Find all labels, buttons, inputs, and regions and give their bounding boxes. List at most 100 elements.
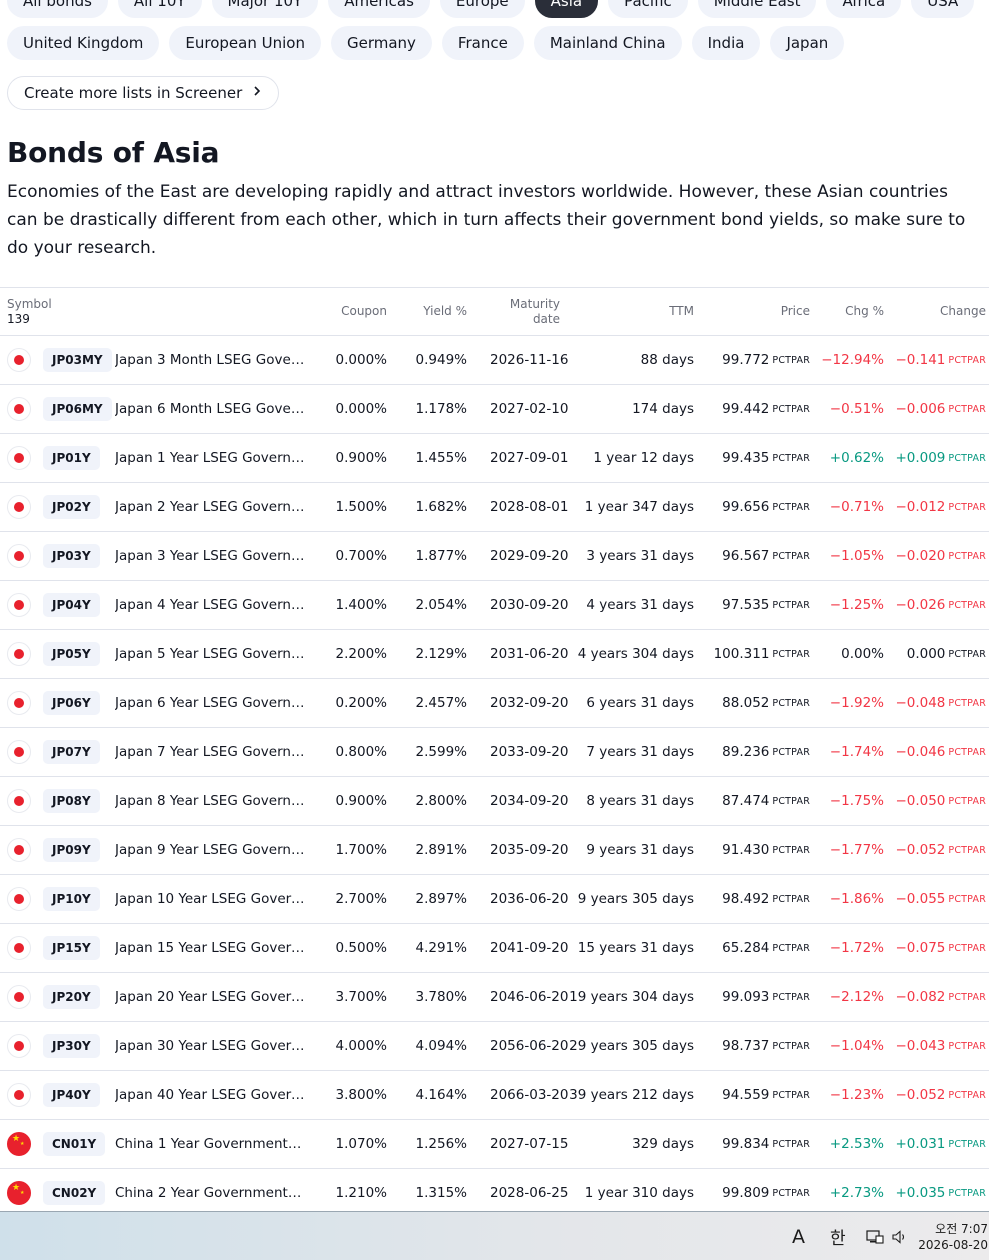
table-row[interactable]: JP30Y Japan 30 Year LSEG Govern… 4.000% 4.0…: [0, 1022, 989, 1071]
filter-chip-japan[interactable]: Japan: [770, 26, 845, 60]
change-cell: −0.082 PCTPAR: [895, 973, 986, 1021]
ticker-badge[interactable]: JP10Y: [43, 887, 100, 911]
ime-korean-indicator[interactable]: 한: [830, 1212, 846, 1260]
china-flag-icon: [7, 1181, 31, 1205]
bond-name-link[interactable]: China 2 Year Government Bo…: [115, 1169, 305, 1217]
ticker-badge[interactable]: JP40Y: [43, 1083, 100, 1107]
ticker-badge[interactable]: JP06MY: [43, 397, 112, 421]
filter-chip-germany[interactable]: Germany: [330, 26, 432, 60]
header-ttm[interactable]: TTM: [669, 304, 694, 318]
table-row[interactable]: JP08Y Japan 8 Year LSEG Governm… 0.900% 2.8…: [0, 777, 989, 826]
ticker-badge[interactable]: JP15Y: [43, 936, 100, 960]
table-row[interactable]: JP06MY Japan 6 Month LSEG Govern… 0.000% 1.…: [0, 385, 989, 434]
price-unit: PCTPAR: [772, 1138, 810, 1150]
filter-chip-europe[interactable]: Europe: [439, 0, 525, 18]
filter-chip-all-10y[interactable]: All 10Y: [117, 0, 202, 18]
bond-name-link[interactable]: Japan 20 Year LSEG Govern…: [115, 973, 305, 1021]
header-coupon[interactable]: Coupon: [341, 304, 387, 318]
filter-chip-asia[interactable]: Asia: [534, 0, 599, 18]
bond-name-link[interactable]: Japan 9 Year LSEG Governm…: [115, 826, 305, 874]
bond-name-link[interactable]: Japan 3 Year LSEG Governm…: [115, 532, 305, 580]
bond-name-link[interactable]: Japan 1 Year LSEG Governm…: [115, 434, 305, 482]
price-unit: PCTPAR: [772, 844, 810, 856]
table-row[interactable]: JP20Y Japan 20 Year LSEG Govern… 3.700% 3.7…: [0, 973, 989, 1022]
bond-name-link[interactable]: Japan 8 Year LSEG Governm…: [115, 777, 305, 825]
filter-chip-european-union[interactable]: European Union: [169, 26, 321, 60]
ticker-badge[interactable]: JP08Y: [43, 789, 100, 813]
price-value: 98.492: [722, 891, 770, 907]
filter-chip-united-kingdom[interactable]: United Kingdom: [7, 26, 160, 60]
table-row[interactable]: JP02Y Japan 2 Year LSEG Governm… 1.500% 1.6…: [0, 483, 989, 532]
table-row[interactable]: JP09Y Japan 9 Year LSEG Governm… 1.700% 2.8…: [0, 826, 989, 875]
chg-pct-cell: −1.72%: [829, 940, 884, 956]
taskbar-clock[interactable]: 오전 7:07 2026-08-20: [916, 1212, 988, 1260]
filter-chip-africa[interactable]: Africa: [826, 0, 902, 18]
volume-icon[interactable]: [892, 1212, 908, 1260]
ticker-badge[interactable]: JP09Y: [43, 838, 100, 862]
ticker-badge[interactable]: CN02Y: [43, 1181, 106, 1205]
header-change[interactable]: Change: [940, 304, 986, 318]
bond-name-link[interactable]: Japan 2 Year LSEG Governm…: [115, 483, 305, 531]
price-value: 99.093: [722, 989, 770, 1005]
ticker-badge[interactable]: JP02Y: [43, 495, 100, 519]
filter-chip-france[interactable]: France: [441, 26, 524, 60]
table-row[interactable]: JP01Y Japan 1 Year LSEG Governm… 0.900% 1.4…: [0, 434, 989, 483]
bond-name-link[interactable]: Japan 5 Year LSEG Governm…: [115, 630, 305, 678]
bond-name-link[interactable]: Japan 7 Year LSEG Governm…: [115, 728, 305, 776]
ttm-cell: 8 years 31 days: [586, 793, 694, 809]
bond-name-link[interactable]: Japan 30 Year LSEG Govern…: [115, 1022, 305, 1070]
table-row[interactable]: JP03Y Japan 3 Year LSEG Governm… 0.700% 1.8…: [0, 532, 989, 581]
table-row[interactable]: JP07Y Japan 7 Year LSEG Governm… 0.800% 2.5…: [0, 728, 989, 777]
chg-pct-cell: −1.23%: [829, 1087, 884, 1103]
ticker-badge[interactable]: JP20Y: [43, 985, 100, 1009]
table-row[interactable]: JP40Y Japan 40 Year LSEG Govern… 3.800% 4.1…: [0, 1071, 989, 1120]
ticker-badge[interactable]: JP06Y: [43, 691, 100, 715]
ticker-badge[interactable]: JP05Y: [43, 642, 100, 666]
ttm-cell: 1 year 310 days: [584, 1185, 694, 1201]
filter-chip-middle-east[interactable]: Middle East: [697, 0, 817, 18]
price-cell: 65.284 PCTPAR: [722, 924, 810, 972]
filter-chip-major-10y[interactable]: Major 10Y: [211, 0, 319, 18]
table-row[interactable]: JP04Y Japan 4 Year LSEG Governm… 1.400% 2.0…: [0, 581, 989, 630]
change-cell: −0.006 PCTPAR: [895, 385, 986, 433]
filter-chip-all-bonds[interactable]: All bonds: [7, 0, 108, 18]
table-row[interactable]: JP15Y Japan 15 Year LSEG Govern… 0.500% 4.2…: [0, 924, 989, 973]
bond-name-link[interactable]: Japan 40 Year LSEG Govern…: [115, 1071, 305, 1119]
price-unit: PCTPAR: [772, 1187, 810, 1199]
ticker-badge[interactable]: JP03Y: [43, 544, 100, 568]
filter-chip-usa[interactable]: USA: [911, 0, 975, 18]
header-chg-pct[interactable]: Chg %: [845, 304, 884, 318]
header-price[interactable]: Price: [781, 304, 810, 318]
table-row[interactable]: JP03MY Japan 3 Month LSEG Govern… 0.000% 0.…: [0, 336, 989, 385]
screener-button[interactable]: Create more lists in Screener: [7, 76, 280, 110]
table-row[interactable]: CN01Y China 1 Year Government Bo… 1.070% 1.…: [0, 1120, 989, 1169]
ime-mode-indicator[interactable]: A: [792, 1212, 805, 1260]
table-row[interactable]: JP05Y Japan 5 Year LSEG Governm… 2.200% 2.1…: [0, 630, 989, 679]
bond-name-link[interactable]: Japan 3 Month LSEG Govern…: [115, 336, 305, 384]
price-unit: PCTPAR: [772, 501, 810, 513]
table-row[interactable]: JP06Y Japan 6 Year LSEG Governm… 0.200% 2.4…: [0, 679, 989, 728]
ticker-badge[interactable]: JP04Y: [43, 593, 100, 617]
bond-name-link[interactable]: Japan 4 Year LSEG Governm…: [115, 581, 305, 629]
bond-name-link[interactable]: Japan 6 Month LSEG Govern…: [115, 385, 305, 433]
bond-name-link[interactable]: Japan 15 Year LSEG Govern…: [115, 924, 305, 972]
filter-chip-mainland-china[interactable]: Mainland China: [533, 26, 682, 60]
header-yield[interactable]: Yield %: [423, 304, 467, 318]
ticker-badge[interactable]: JP07Y: [43, 740, 100, 764]
network-icon[interactable]: [866, 1212, 884, 1260]
header-maturity[interactable]: Maturity date: [510, 297, 560, 327]
bond-name-link[interactable]: Japan 10 Year LSEG Govern…: [115, 875, 305, 923]
filter-chip-pacific[interactable]: Pacific: [608, 0, 688, 18]
ticker-badge[interactable]: JP30Y: [43, 1034, 100, 1058]
filter-chip-india[interactable]: India: [691, 26, 761, 60]
ticker-badge[interactable]: CN01Y: [43, 1132, 106, 1156]
header-symbol[interactable]: Symbol 139: [7, 297, 52, 327]
ticker-badge[interactable]: JP03MY: [43, 348, 112, 372]
bond-name-link[interactable]: China 1 Year Government Bo…: [115, 1120, 305, 1168]
maturity-cell: 2036-06-20: [490, 891, 569, 907]
ticker-badge[interactable]: JP01Y: [43, 446, 100, 470]
bond-name-link[interactable]: Japan 6 Year LSEG Governm…: [115, 679, 305, 727]
filter-chip-americas[interactable]: Americas: [328, 0, 430, 18]
japan-flag-icon: [7, 789, 31, 813]
table-row[interactable]: JP10Y Japan 10 Year LSEG Govern… 2.700% 2.8…: [0, 875, 989, 924]
